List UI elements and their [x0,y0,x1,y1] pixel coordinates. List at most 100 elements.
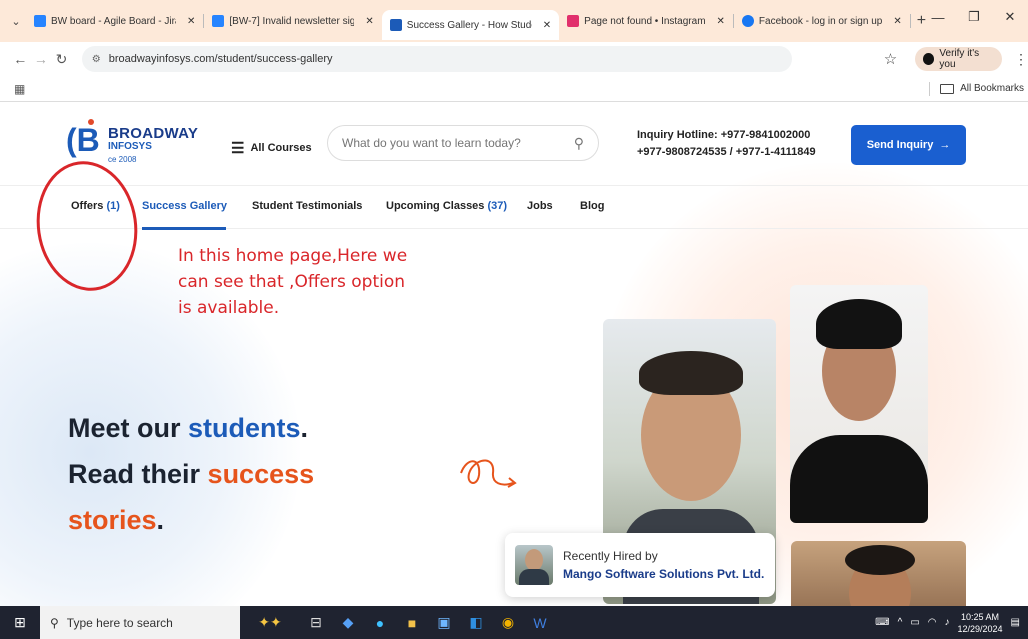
news-widget-icon[interactable]: ✦✦ [240,614,300,631]
tab-search-icon[interactable]: ⌄ [6,15,26,28]
reload-icon[interactable]: ↻ [51,51,72,68]
close-tab-icon[interactable]: ✕ [717,16,725,27]
store-icon[interactable]: ▣ [428,614,460,631]
tab-instagram[interactable]: Page not found • Instagram ✕ [559,8,733,34]
folder-icon [940,83,955,94]
restore-icon[interactable]: ❐ [956,9,992,25]
address-bar[interactable]: ⚙ broadwayinfosys.com/student/success-ga… [81,46,792,72]
hired-info: Recently Hired by Mango Software Solutio… [563,549,764,581]
browser-menu-icon[interactable]: ⋮ [1014,51,1028,68]
browser-tab-strip: ⌄ BW board - Agile Board - Jira ✕ [BW-7]… [0,0,1028,42]
instagram-icon [567,15,580,27]
all-courses-label: All Courses [250,142,312,154]
hero-heading: Meet our students. Read their success st… [68,405,314,543]
broadway-favicon-icon [389,19,402,31]
jira-icon [34,15,46,27]
task-view-icon[interactable]: ⊟ [300,614,332,631]
secondary-nav: Offers (1) Success Gallery Student Testi… [0,185,1028,230]
verify-profile-button[interactable]: Verify it's you [915,47,1003,71]
tab-title: Facebook - log in or sign up [758,15,883,27]
tab-title: BW board - Agile Board - Jira [51,15,176,27]
all-bookmarks-button[interactable]: All Bookmarks [929,81,1024,96]
url-text: broadwayinfosys.com/student/success-gall… [108,53,333,65]
student-photo [791,541,966,606]
network-icon[interactable]: ◠ [928,617,937,628]
hamburger-icon: ☰ [231,140,245,157]
edge-browser-icon[interactable]: ● [364,615,396,631]
forward-icon[interactable]: → [31,51,52,67]
inquiry-hotline: Inquiry Hotline: +977-9841002000 +977-98… [637,127,816,161]
facebook-icon [741,15,754,27]
hero-text: . [156,505,165,535]
logo-mark-icon: (B [66,119,100,157]
close-tab-icon[interactable]: ✕ [365,16,373,27]
course-search-input[interactable] [342,136,562,150]
nav-jobs[interactable]: Jobs [527,200,553,212]
student-hair [639,351,743,395]
file-explorer-icon[interactable]: ■ [396,615,428,631]
taskbar-clock[interactable]: 10:25 AM 12/29/2024 [958,611,1003,635]
all-bookmarks-label: All Bookmarks [960,83,1024,94]
volume-icon[interactable]: ♪ [945,617,950,628]
minimize-icon[interactable]: — [920,10,956,25]
upcoming-count: (37) [487,200,508,212]
arrow-right-icon: → [939,139,951,151]
hero-highlight: success [207,459,315,489]
squiggle-arrow-icon [460,459,517,488]
send-inquiry-button[interactable]: Send Inquiry → [851,125,966,165]
tab-jira-issue[interactable]: [BW-7] Invalid newsletter sign ✕ [204,8,381,34]
apps-grid-icon[interactable]: ▦ [14,82,25,96]
tab-separator [909,14,911,28]
tab-title: Success Gallery - How Stude [406,19,532,31]
tab-facebook[interactable]: Facebook - log in or sign up ✕ [734,8,910,34]
chrome-icon[interactable]: ◉ [492,614,524,631]
logo-name: BROADWAY [108,125,199,142]
bookmark-separator [929,81,931,96]
nav-upcoming-classes[interactable]: Upcoming Classes (37) [386,200,507,212]
web-page: (B BROADWAY INFOSYS ce 2008 ☰ All Course… [0,103,1028,606]
tab-title: Page not found • Instagram [584,15,706,27]
chevron-up-icon[interactable]: ^ [898,617,903,628]
tab-jira-board[interactable]: BW board - Agile Board - Jira ✕ [26,8,203,34]
search-icon[interactable]: ⚲ [574,135,584,152]
notifications-icon[interactable]: ▤ [1011,617,1020,628]
outlook-icon[interactable]: ◧ [460,614,492,631]
nav-upcoming-label: Upcoming Classes [386,200,485,212]
windows-taskbar: ⊞ ⚲ Type here to search ✦✦ ⊟ ◆ ● ■ ▣ ◧ ◉… [0,606,1028,639]
bookmark-star-icon[interactable]: ☆ [884,50,897,68]
bookmarks-bar: ▦ All Bookmarks [0,76,1028,102]
close-window-icon[interactable]: ✕ [992,9,1028,25]
student-hair [816,299,902,349]
address-toolbar: ← → ↻ ⚙ broadwayinfosys.com/student/succ… [0,42,1028,76]
all-courses-button[interactable]: ☰ All Courses [231,139,312,157]
keyboard-icon[interactable]: ⌨ [875,617,889,628]
nav-student-testimonials[interactable]: Student Testimonials [252,200,362,212]
hero-text: Read their [68,459,208,489]
windows-start-icon[interactable]: ⊞ [0,614,40,631]
hero-text: Meet our [68,413,189,443]
hired-student-avatar [515,545,553,585]
course-search: ⚲ [327,125,599,161]
nav-blog[interactable]: Blog [580,200,604,212]
clock-date: 12/29/2024 [957,623,1003,634]
close-tab-icon[interactable]: ✕ [543,20,551,31]
logo-since: ce 2008 [108,155,137,164]
site-info-icon[interactable]: ⚙ [92,54,101,65]
word-icon[interactable]: W [524,615,556,631]
tab-title: [BW-7] Invalid newsletter sign [229,15,355,27]
student-hair [845,545,915,575]
search-icon: ⚲ [50,615,59,630]
close-tab-icon[interactable]: ✕ [187,16,195,27]
taskbar-search[interactable]: ⚲ Type here to search [40,606,240,639]
battery-icon[interactable]: ▭ [910,617,919,628]
back-icon[interactable]: ← [10,51,31,67]
active-tab-underline [142,227,226,230]
nav-success-gallery[interactable]: Success Gallery [142,200,227,212]
hotline-line-1: Inquiry Hotline: +977-9841002000 [637,129,811,141]
hero-highlight: stories [68,505,157,535]
copilot-icon[interactable]: ◆ [332,614,364,631]
close-tab-icon[interactable]: ✕ [893,16,901,27]
hotline-line-2: +977-9808724535 / +977-1-4111849 [637,146,816,158]
tab-success-gallery[interactable]: Success Gallery - How Stude ✕ [381,10,560,40]
verify-label: Verify it's you [939,48,980,70]
